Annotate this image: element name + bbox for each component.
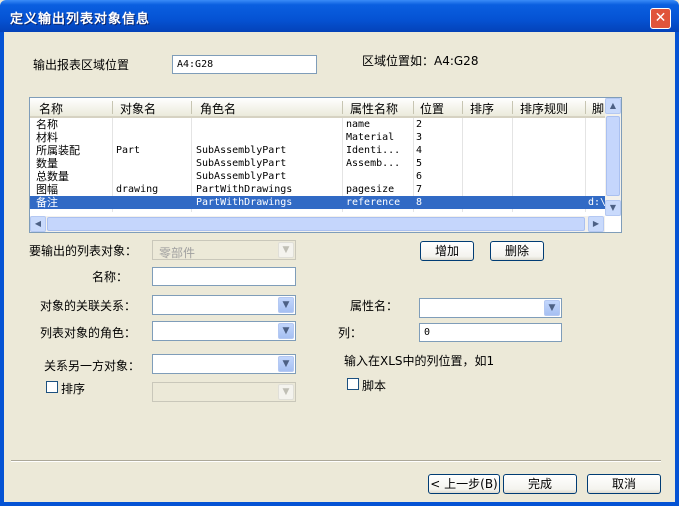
col-header-attr[interactable]: 属性名称 <box>350 100 398 117</box>
field-list-view[interactable]: 名称 对象名 角色名 属性名称 位置 排序 排序规则 脚 名称 name 2 材料 Ma… <box>29 97 622 233</box>
scroll-up-icon[interactable]: ▲ <box>605 98 621 114</box>
window-frame-right <box>675 32 679 506</box>
region-label: 输出报表区域位置 <box>33 58 130 72</box>
other-party-label: 关系另一方对象： <box>44 359 141 373</box>
scroll-left-icon[interactable]: ◀ <box>30 216 46 232</box>
cell-pos: 6 <box>416 171 423 182</box>
col-header-rule[interactable]: 排序规则 <box>520 100 568 117</box>
cell-attr: pagesize <box>346 184 395 195</box>
col-header-role[interactable]: 角色名 <box>200 100 236 117</box>
cell-name: 所属装配 <box>36 144 80 157</box>
cell-role: SubAssemblyPart <box>196 171 287 182</box>
chevron-down-icon: ▼ <box>278 242 294 258</box>
cell-name: 名称 <box>36 118 58 131</box>
horizontal-scrollbar[interactable]: ◀ ▶ <box>30 216 605 232</box>
list-object-value: 零部件 <box>159 246 196 260</box>
chevron-down-icon[interactable]: ▼ <box>544 300 560 316</box>
horizontal-scroll-thumb[interactable] <box>47 217 585 231</box>
sort-checkbox[interactable] <box>46 381 58 393</box>
cell-attr: Identi... <box>346 145 401 156</box>
footer-separator <box>11 460 661 462</box>
cell-pos: 7 <box>416 184 423 195</box>
name-label: 名称： <box>92 270 129 284</box>
cell-role: SubAssemblyPart <box>196 145 287 156</box>
chevron-down-icon[interactable]: ▼ <box>278 356 294 372</box>
sort-select: ▼ <box>152 382 296 402</box>
cell-pos: 3 <box>416 132 423 143</box>
role-select[interactable]: ▼ <box>152 321 296 341</box>
cancel-button[interactable]: 取消 <box>587 474 661 494</box>
scroll-right-icon[interactable]: ▶ <box>588 216 604 232</box>
close-icon: ✕ <box>654 10 667 26</box>
table-row[interactable]: 图幅 drawing PartWithDrawings pagesize 7 <box>30 183 605 196</box>
col-hint: 输入在XLS中的列位置，如1 <box>344 354 495 368</box>
cell-attr: Material <box>346 132 395 143</box>
col-input[interactable]: 0 <box>419 323 562 342</box>
attr-select[interactable]: ▼ <box>419 298 562 318</box>
cell-script: d:\ <box>588 197 606 208</box>
table-row[interactable]: 总数量 SubAssemblyPart 6 <box>30 170 605 183</box>
col-label: 列： <box>338 326 363 340</box>
relation-label: 对象的关联关系： <box>40 299 137 313</box>
col-header-script[interactable]: 脚 <box>592 100 604 117</box>
script-label: 脚本 <box>362 379 387 393</box>
cell-name: 备注 <box>36 196 58 209</box>
region-hint: 区域位置如：A4:G28 <box>362 54 479 68</box>
cell-object: Part <box>116 145 141 156</box>
cell-role: PartWithDrawings <box>196 184 293 195</box>
finish-button[interactable]: 完成 <box>503 474 577 494</box>
list-header: 名称 对象名 角色名 属性名称 位置 排序 排序规则 脚 <box>30 98 605 118</box>
table-row[interactable]: 名称 name 2 <box>30 118 605 131</box>
relation-select[interactable]: ▼ <box>152 295 296 315</box>
role-label: 列表对象的角色： <box>40 326 137 340</box>
table-row[interactable]: 数量 SubAssemblyPart Assemb... 5 <box>30 157 605 170</box>
col-header-object[interactable]: 对象名 <box>120 100 156 117</box>
chevron-down-icon: ▼ <box>278 384 294 400</box>
table-row[interactable]: 材料 Material 3 <box>30 131 605 144</box>
cell-pos: 4 <box>416 145 423 156</box>
col-header-pos[interactable]: 位置 <box>420 100 444 117</box>
cell-name: 图幅 <box>36 183 58 196</box>
cell-pos: 5 <box>416 158 423 169</box>
name-input[interactable] <box>152 267 296 286</box>
table-row[interactable]: 备注 PartWithDrawings reference 8 d:\ <box>30 196 606 209</box>
cell-role: PartWithDrawings <box>196 197 293 208</box>
cell-role: SubAssemblyPart <box>196 158 287 169</box>
vertical-scroll-thumb[interactable] <box>606 116 620 196</box>
chevron-down-icon[interactable]: ▼ <box>278 323 294 339</box>
region-input[interactable]: A4:G28 <box>172 55 317 74</box>
list-object-select: 零部件 ▼ <box>152 240 296 260</box>
attr-label: 属性名： <box>350 299 399 313</box>
cell-attr: Assemb... <box>346 158 401 169</box>
cell-object: drawing <box>116 184 159 195</box>
delete-button[interactable]: 删除 <box>490 241 544 261</box>
other-party-select[interactable]: ▼ <box>152 354 296 374</box>
list-rows: 名称 name 2 材料 Material 3 所属装配 Part SubAssemblyPar… <box>30 118 606 209</box>
col-header-sort[interactable]: 排序 <box>470 100 494 117</box>
cell-attr: reference <box>346 197 401 208</box>
list-object-label: 要输出的列表对象： <box>29 244 138 258</box>
cell-pos: 8 <box>416 197 423 208</box>
table-row[interactable]: 所属装配 Part SubAssemblyPart Identi... 4 <box>30 144 605 157</box>
scroll-down-icon[interactable]: ▼ <box>605 200 621 216</box>
sort-label: 排序 <box>61 382 86 396</box>
cell-name: 总数量 <box>36 170 69 183</box>
cell-attr: name <box>346 119 371 130</box>
cell-pos: 2 <box>416 119 423 130</box>
window-frame-bottom <box>0 502 679 506</box>
chevron-down-icon[interactable]: ▼ <box>278 297 294 313</box>
col-header-name[interactable]: 名称 <box>39 100 63 117</box>
prev-button[interactable]: < 上一步(B) <box>428 474 500 494</box>
add-button[interactable]: 增加 <box>420 241 474 261</box>
script-checkbox[interactable] <box>347 378 359 390</box>
close-button[interactable]: ✕ <box>650 8 671 29</box>
cell-name: 数量 <box>36 157 58 170</box>
window-title: 定义输出列表对象信息 <box>10 12 151 27</box>
cell-name: 材料 <box>36 131 58 144</box>
vertical-scrollbar[interactable]: ▲ ▼ <box>605 98 621 216</box>
